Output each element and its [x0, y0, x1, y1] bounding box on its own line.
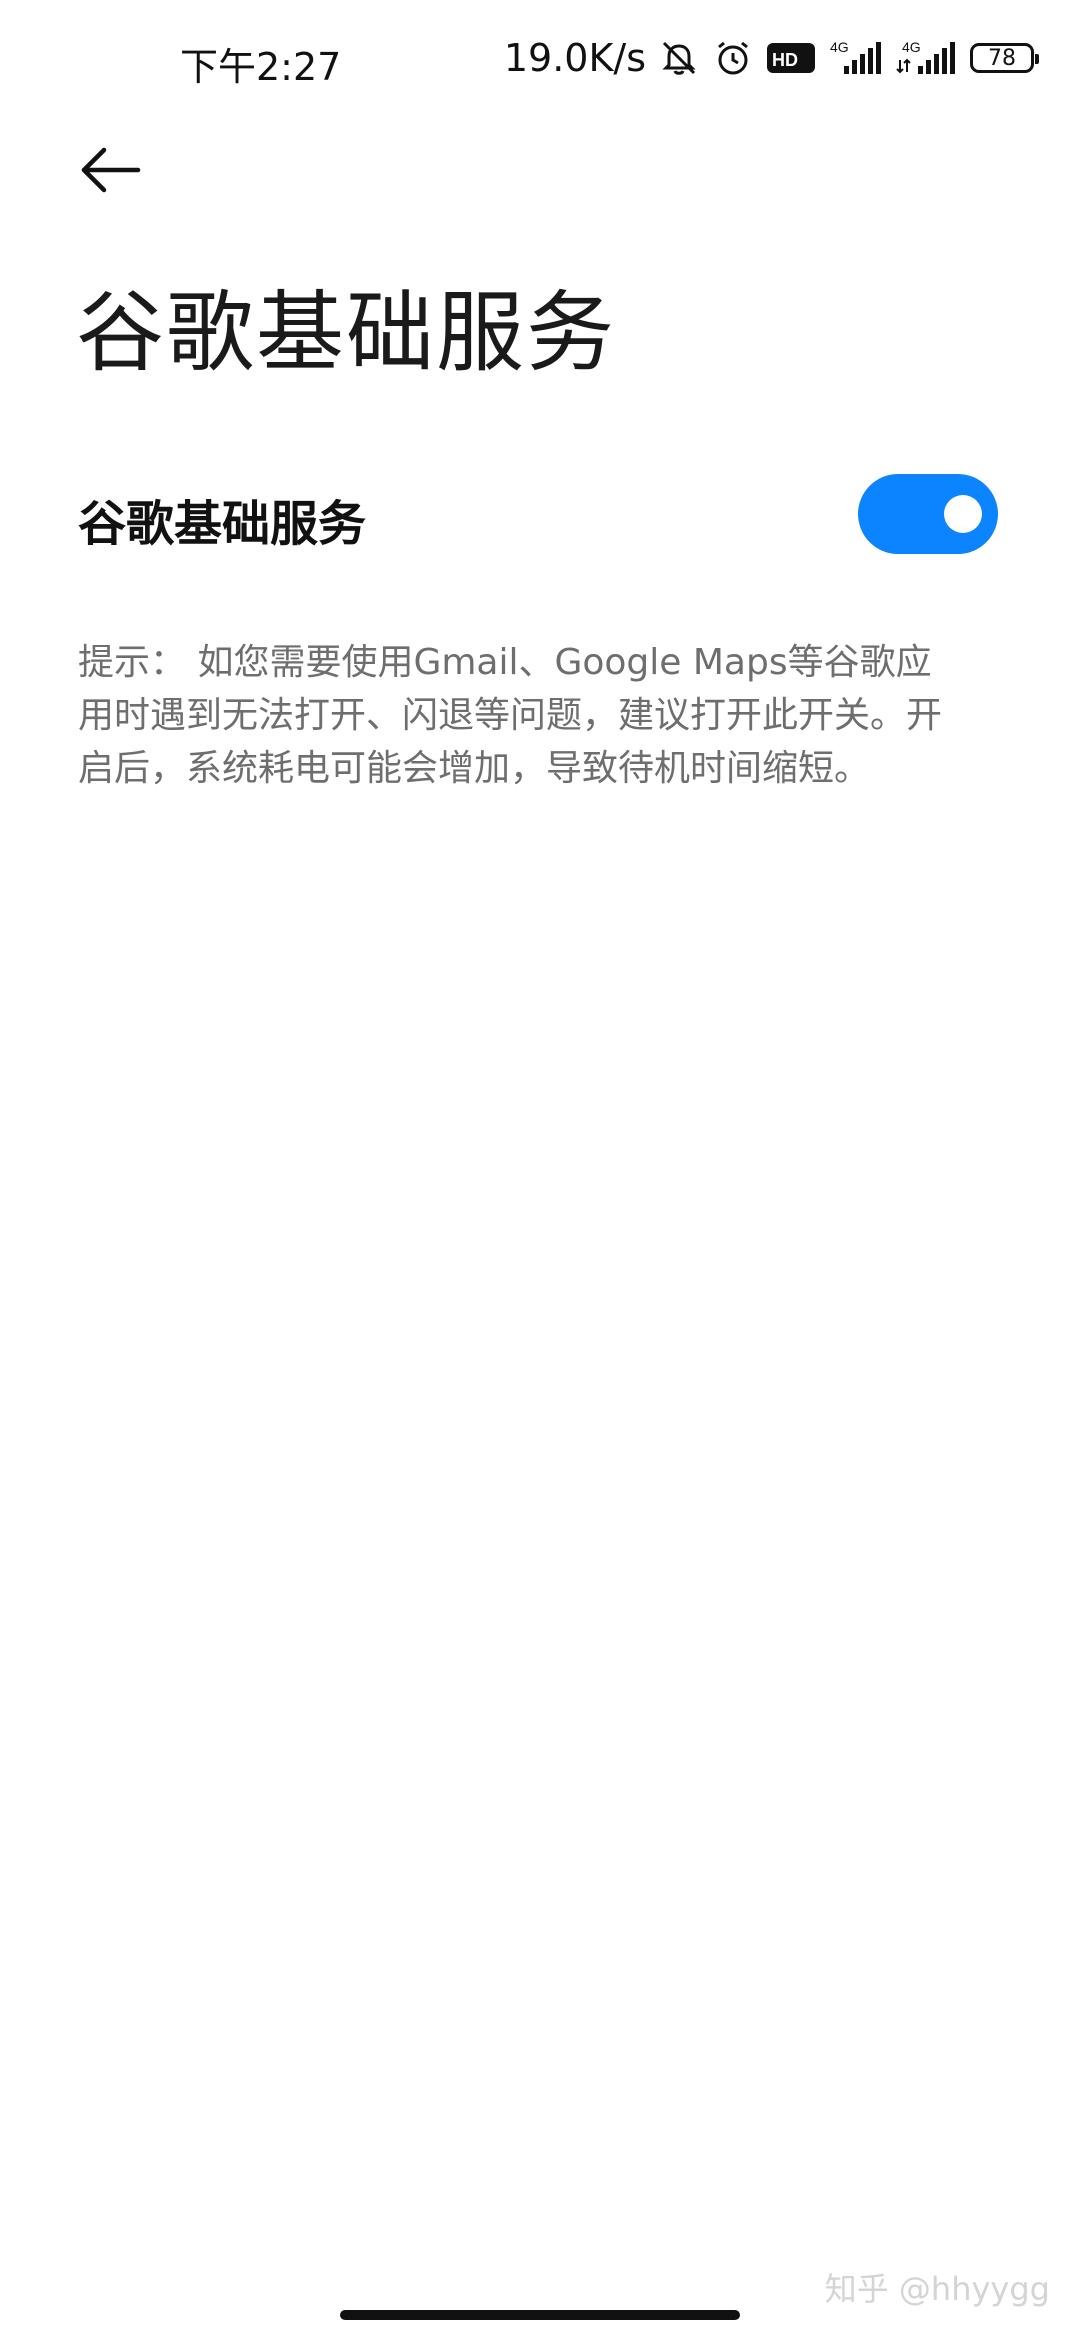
google-services-toggle[interactable] [858, 474, 998, 554]
toggle-knob [944, 495, 982, 533]
signal-4g-icon: 4G [896, 38, 958, 78]
setting-label: 谷歌基础服务 [78, 496, 367, 552]
arrow-left-icon [81, 147, 141, 193]
alarm-icon [712, 37, 754, 79]
svg-text:HD: HD [772, 50, 798, 70]
home-indicator[interactable] [340, 2310, 740, 2320]
hint-text: 提示： 如您需要使用Gmail、Google Maps等谷歌应用时遇到无法打开、… [78, 642, 943, 789]
back-button[interactable] [70, 130, 150, 210]
svg-text:4G: 4G [902, 39, 921, 55]
setting-row-google-services[interactable]: 谷歌基础服务 [0, 460, 1080, 570]
svg-text:4G: 4G [830, 39, 849, 55]
status-bar: 下午2:27 19.0K/s HD 4G 4G 78 [0, 0, 1080, 120]
battery-icon: 78 [970, 43, 1039, 73]
watermark: 知乎 @hhyygg [824, 2270, 1050, 2308]
status-icons: 19.0K/s HD 4G 4G 78 [503, 34, 1039, 82]
signal-4g-icon: 4G [828, 38, 884, 78]
mute-bell-icon [658, 37, 700, 79]
network-speed: 19.0K/s [503, 36, 646, 80]
hd-icon: HD [766, 39, 816, 77]
page-title: 谷歌基础服务 [76, 281, 617, 384]
status-time: 下午2:27 [180, 45, 342, 89]
